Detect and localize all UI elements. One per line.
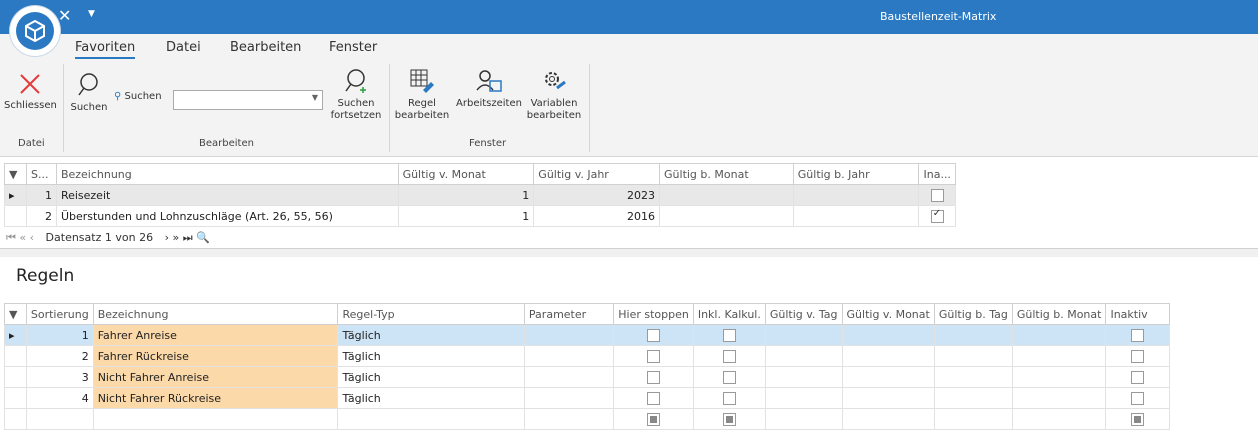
close-x-icon	[20, 74, 40, 94]
suchen-fortsetzen-button[interactable]: Suchen fortsetzen	[328, 68, 384, 122]
schliessen-label: Schliessen	[4, 100, 57, 111]
col-sortierung[interactable]: Sortierung	[25, 303, 94, 325]
app-logo[interactable]	[10, 6, 60, 56]
nav-prev-icon[interactable]: ‹	[30, 231, 34, 244]
search-input[interactable]: ▼	[173, 90, 323, 110]
new-row[interactable]	[4, 408, 1170, 430]
hier-stoppen-checkbox[interactable]	[647, 391, 661, 405]
title-bar: ✕ ▼ Baustellenzeit-Matrix	[0, 0, 1258, 34]
inkl-kalkul-checkbox[interactable]	[722, 412, 736, 426]
col-gb-monat[interactable]: Gültig b. Monat	[659, 163, 794, 185]
search-next-icon	[345, 69, 366, 93]
nav-prev-page-icon[interactable]: «	[19, 231, 26, 244]
suchen-label: Suchen	[70, 102, 108, 113]
row-indicator-icon: ▸	[4, 184, 27, 206]
filter-icon[interactable]: ▼	[4, 163, 27, 185]
suchen-field-label: ⚲ Suchen	[114, 91, 162, 102]
close-icon[interactable]: ✕	[58, 6, 71, 25]
col-hier-stoppen[interactable]: Hier stoppen	[613, 303, 694, 325]
table-row[interactable]: ▸ 1 Fahrer Anreise Täglich	[4, 324, 1170, 346]
hier-stoppen-checkbox[interactable]	[647, 412, 661, 426]
top-grid: ▼ S... Bezeichnung Gültig v. Monat Gülti…	[4, 163, 956, 227]
window-title: Baustellenzeit-Matrix	[880, 10, 997, 23]
inaktiv-checkbox[interactable]	[1131, 328, 1145, 342]
inkl-kalkul-checkbox[interactable]	[722, 370, 736, 384]
group-datei: Datei	[18, 138, 45, 149]
tab-bearbeiten[interactable]: Bearbeiten	[230, 40, 301, 55]
inkl-kalkul-checkbox[interactable]	[722, 328, 736, 342]
inaktiv-checkbox[interactable]	[930, 208, 944, 223]
col-gb-jahr[interactable]: Gültig b. Jahr	[792, 163, 920, 185]
ribbon: Favoriten Datei Bearbeiten Fenster Schli…	[0, 34, 1258, 157]
col-s[interactable]: S...	[25, 163, 57, 185]
table-edit-icon	[410, 69, 434, 93]
hier-stoppen-checkbox[interactable]	[647, 328, 661, 342]
search-icon[interactable]: 🔍	[196, 231, 210, 244]
nav-last-icon[interactable]: ⏭	[183, 231, 193, 244]
inaktiv-checkbox[interactable]	[1131, 391, 1145, 405]
record-counter: Datensatz 1 von 26	[45, 231, 154, 244]
hier-stoppen-checkbox[interactable]	[647, 370, 661, 384]
col-inkl-kalkul[interactable]: Inkl. Kalkul.	[692, 303, 766, 325]
table-row[interactable]: 2 Fahrer Rückreise Täglich	[4, 345, 1170, 367]
col-gv-tag[interactable]: Gültig v. Tag	[764, 303, 843, 325]
regeln-grid: ▼ Sortierung Bezeichnung Regel-Typ Param…	[4, 303, 1170, 430]
user-clock-icon	[476, 70, 502, 92]
col-gb-tag[interactable]: Gültig b. Tag	[933, 303, 1013, 325]
search-icon	[78, 73, 98, 96]
col-gv-monat[interactable]: Gültig v. Monat	[841, 303, 935, 325]
quick-access-dropdown-icon[interactable]: ▼	[88, 9, 95, 19]
col-regel-typ[interactable]: Regel-Typ	[337, 303, 525, 325]
arbeitszeiten-button[interactable]: Arbeitszeiten	[456, 68, 522, 110]
section-title: Regeln	[16, 266, 75, 286]
table-row[interactable]: 2 Überstunden und Lohnzuschläge (Art. 26…	[4, 205, 956, 227]
splitter[interactable]	[0, 248, 1258, 257]
col-inaktiv[interactable]: Inaktiv	[1105, 303, 1170, 325]
table-row[interactable]: 4 Nicht Fahrer Rückreise Täglich	[4, 387, 1170, 409]
filter-icon[interactable]: ▼	[4, 303, 27, 325]
regel-bearbeiten-button[interactable]: Regel bearbeiten	[394, 68, 450, 122]
inaktiv-checkbox[interactable]	[1131, 349, 1145, 363]
group-bearbeiten: Bearbeiten	[199, 138, 254, 149]
inkl-kalkul-checkbox[interactable]	[722, 391, 736, 405]
nav-next-page-icon[interactable]: »	[172, 231, 179, 244]
schliessen-button[interactable]: Schliessen	[4, 72, 57, 112]
hier-stoppen-checkbox[interactable]	[647, 349, 661, 363]
nav-next-icon[interactable]: ›	[165, 231, 169, 244]
tab-favoriten[interactable]: Favoriten	[75, 40, 136, 59]
table-row[interactable]: 3 Nicht Fahrer Anreise Täglich	[4, 366, 1170, 388]
tab-datei[interactable]: Datei	[166, 40, 201, 55]
col-bezeichnung[interactable]: Bezeichnung	[92, 303, 339, 325]
nav-first-icon[interactable]: ⏮	[6, 231, 16, 244]
gears-icon	[545, 72, 566, 90]
inkl-kalkul-checkbox[interactable]	[722, 349, 736, 363]
table-row[interactable]: ▸ 1 Reisezeit 1 2023	[4, 184, 956, 206]
inaktiv-checkbox[interactable]	[1131, 412, 1145, 426]
col-gv-jahr[interactable]: Gültig v. Jahr	[533, 163, 661, 185]
inaktiv-checkbox[interactable]	[930, 188, 944, 202]
row-indicator-icon: ▸	[4, 324, 27, 346]
col-inaktiv[interactable]: Ina...	[918, 163, 956, 185]
col-parameter[interactable]: Parameter	[523, 303, 615, 325]
group-fenster: Fenster	[469, 138, 507, 149]
col-bezeichnung[interactable]: Bezeichnung	[55, 163, 399, 185]
col-gb-monat[interactable]: Gültig b. Monat	[1011, 303, 1107, 325]
user-search-icon: ⚲	[114, 91, 122, 102]
chevron-down-icon[interactable]: ▼	[312, 93, 318, 102]
tab-fenster[interactable]: Fenster	[329, 40, 377, 55]
suchen-button[interactable]: Suchen	[68, 72, 110, 114]
record-navigator: ⏮ « ‹ Datensatz 1 von 26 › » ⏭ 🔍	[6, 231, 210, 245]
variablen-bearbeiten-button[interactable]: Variablen bearbeiten	[526, 68, 582, 122]
inaktiv-checkbox[interactable]	[1131, 370, 1145, 384]
col-gv-monat[interactable]: Gültig v. Monat	[397, 163, 535, 185]
